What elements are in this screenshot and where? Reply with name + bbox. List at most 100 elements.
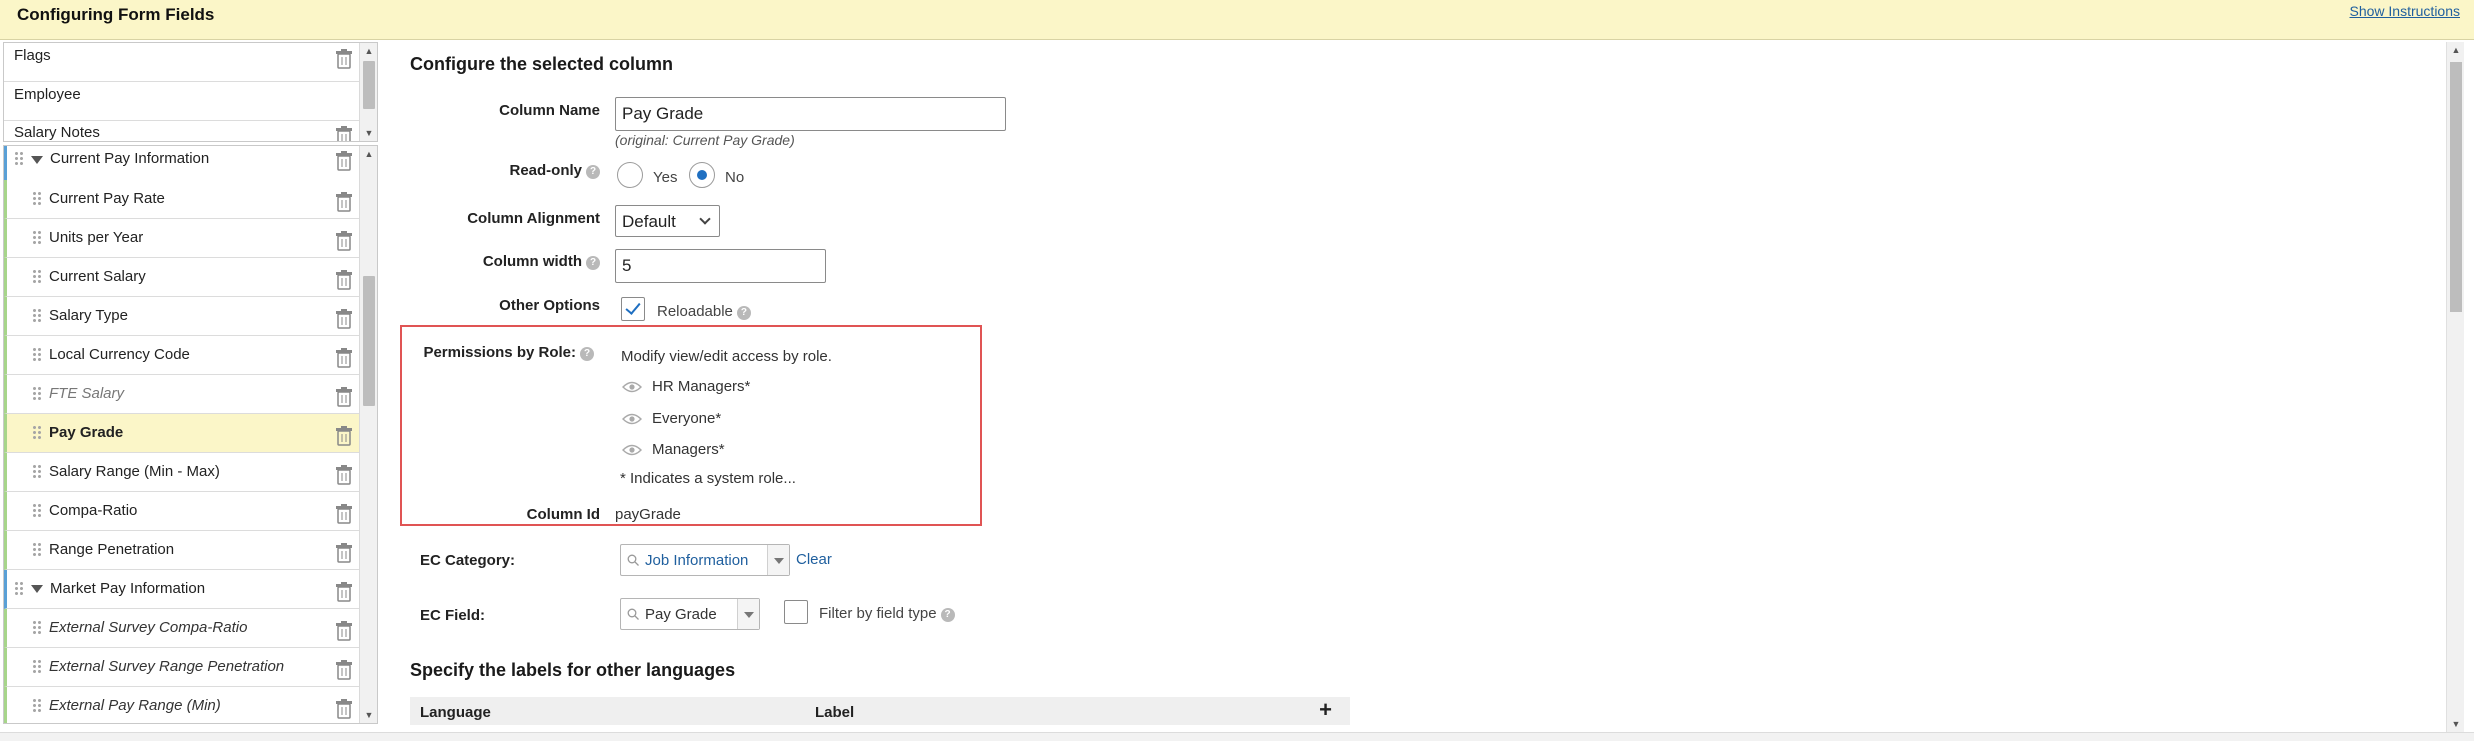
help-icon[interactable]: ? [580, 347, 594, 361]
read-only-no-radio[interactable] [689, 162, 715, 188]
role-everyone[interactable]: Everyone* [652, 410, 721, 427]
role-managers[interactable]: Managers* [652, 441, 725, 458]
drag-handle-icon[interactable] [32, 191, 42, 207]
eye-icon[interactable] [622, 413, 642, 425]
field-label: Salary Type [49, 307, 128, 324]
trash-icon[interactable] [335, 126, 353, 142]
read-only-no-label: No [725, 169, 745, 186]
help-icon[interactable]: ? [736, 306, 751, 320]
field-row[interactable]: Compa-Ratio [4, 492, 361, 531]
search-icon [627, 608, 639, 620]
drag-handle-icon[interactable] [32, 620, 42, 636]
field-row[interactable]: FTE Salary [4, 375, 361, 414]
trash-icon[interactable] [335, 504, 353, 524]
eye-icon[interactable] [622, 381, 642, 393]
filter-by-field-type-checkbox[interactable] [784, 600, 808, 624]
trash-icon[interactable] [335, 660, 353, 680]
scroll-thumb[interactable] [363, 61, 375, 109]
drag-handle-icon[interactable] [32, 542, 42, 558]
ec-category-combobox[interactable]: Job Information [620, 544, 790, 576]
scroll-down-arrow-icon[interactable]: ▼ [2447, 716, 2465, 732]
bottom-bar [0, 732, 2474, 741]
group-label: Market Pay Information [50, 580, 206, 597]
field-row[interactable]: Salary Type [4, 297, 361, 336]
trash-icon[interactable] [335, 192, 353, 212]
column-width-input[interactable]: 5 [615, 249, 826, 283]
trash-icon[interactable] [335, 465, 353, 485]
dropdown-arrow-icon[interactable] [767, 545, 789, 575]
read-only-label-text: Read-only [509, 162, 582, 179]
trash-icon[interactable] [335, 387, 353, 407]
drag-handle-icon[interactable] [32, 347, 42, 363]
drag-handle-icon[interactable] [32, 659, 42, 675]
collapse-caret-icon[interactable] [31, 585, 43, 593]
scroll-thumb[interactable] [363, 276, 375, 406]
add-language-button[interactable]: + [1319, 698, 1332, 722]
field-row[interactable]: Range Penetration [4, 531, 361, 570]
scroll-up-arrow-icon[interactable]: ▲ [2447, 42, 2465, 58]
drag-handle-icon[interactable] [14, 581, 24, 597]
trash-icon[interactable] [335, 426, 353, 446]
drag-handle-icon[interactable] [32, 425, 42, 441]
field-row[interactable]: Salary Range (Min - Max) [4, 453, 361, 492]
list-item[interactable]: Salary Notes [4, 121, 361, 142]
column-name-input[interactable]: Pay Grade [615, 97, 1006, 131]
trash-icon[interactable] [335, 582, 353, 602]
scroll-up-arrow-icon[interactable]: ▲ [360, 146, 377, 162]
drag-handle-icon[interactable] [14, 151, 24, 167]
trash-icon[interactable] [335, 49, 353, 69]
trash-icon[interactable] [335, 231, 353, 251]
field-row-selected[interactable]: Pay Grade [4, 414, 361, 453]
scroll-thumb[interactable] [2450, 62, 2462, 312]
help-icon[interactable]: ? [586, 165, 600, 179]
field-row[interactable]: External Survey Range Penetration [4, 648, 361, 687]
drag-handle-icon[interactable] [32, 230, 42, 246]
scroll-down-arrow-icon[interactable]: ▼ [360, 707, 377, 723]
field-row[interactable]: Local Currency Code [4, 336, 361, 375]
clear-link[interactable]: Clear [796, 551, 832, 568]
group-row-market-pay[interactable]: Market Pay Information [4, 570, 361, 609]
drag-handle-icon[interactable] [32, 464, 42, 480]
field-tree-scrollbar[interactable]: ▲ ▼ [359, 146, 377, 723]
scroll-down-arrow-icon[interactable]: ▼ [360, 125, 377, 141]
trash-icon[interactable] [335, 621, 353, 641]
ec-field-combobox[interactable]: Pay Grade [620, 598, 760, 630]
help-icon[interactable]: ? [940, 608, 955, 622]
list-item[interactable]: Employee [4, 82, 361, 121]
drag-handle-icon[interactable] [32, 269, 42, 285]
field-row[interactable]: External Survey Compa-Ratio [4, 609, 361, 648]
field-label: Pay Grade [49, 424, 124, 441]
drag-handle-icon[interactable] [32, 386, 42, 402]
drag-handle-icon[interactable] [32, 698, 42, 714]
trash-icon[interactable] [335, 309, 353, 329]
eye-icon[interactable] [622, 444, 642, 456]
field-row[interactable]: External Pay Range (Min) [4, 687, 361, 723]
field-row[interactable]: Current Pay Rate [4, 180, 361, 219]
reloadable-checkbox[interactable] [621, 297, 645, 321]
column-alignment-value: Default [622, 212, 676, 231]
languages-heading: Specify the labels for other languages [410, 660, 736, 680]
column-name-label: Column Name [499, 102, 600, 119]
trash-icon[interactable] [335, 699, 353, 719]
trash-icon[interactable] [335, 151, 353, 171]
list-item[interactable]: Flags [4, 43, 361, 82]
trash-icon[interactable] [335, 270, 353, 290]
column-alignment-select[interactable]: Default [615, 205, 720, 237]
drag-handle-icon[interactable] [32, 503, 42, 519]
trash-icon[interactable] [335, 543, 353, 563]
top-list-scrollbar[interactable]: ▲ ▼ [359, 43, 377, 141]
drag-handle-icon[interactable] [32, 308, 42, 324]
scroll-up-arrow-icon[interactable]: ▲ [360, 43, 377, 59]
dropdown-arrow-icon[interactable] [737, 599, 759, 629]
trash-icon[interactable] [335, 348, 353, 368]
read-only-yes-radio[interactable] [617, 162, 643, 188]
show-instructions-link[interactable]: Show Instructions [2350, 3, 2461, 19]
field-row[interactable]: Current Salary [4, 258, 361, 297]
language-column-header: Language [420, 704, 491, 721]
field-row[interactable]: Units per Year [4, 219, 361, 258]
help-icon[interactable]: ? [586, 256, 600, 270]
role-hr-managers[interactable]: HR Managers* [652, 378, 750, 395]
system-role-footnote[interactable]: * Indicates a system role... [620, 470, 796, 487]
collapse-caret-icon[interactable] [31, 156, 43, 164]
page-scrollbar[interactable]: ▲ ▼ [2446, 42, 2464, 732]
